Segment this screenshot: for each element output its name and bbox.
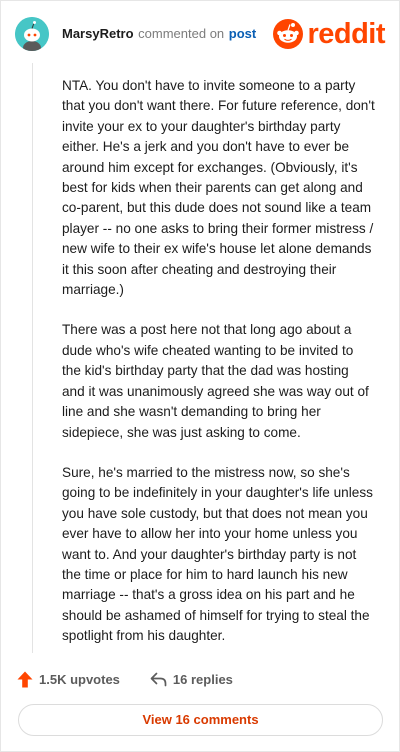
reply-count: 16 replies xyxy=(172,671,233,687)
byline-verb: commented on xyxy=(138,26,225,41)
user-avatar[interactable] xyxy=(15,17,49,51)
reply-arrow-icon xyxy=(150,672,167,686)
comment-card: MarsyRetro commented on post reddit NTA.… xyxy=(0,0,400,752)
comment-actions: 1.5K upvotes 16 replies xyxy=(17,669,233,689)
post-link[interactable]: post xyxy=(229,26,256,41)
comment-paragraph: There was a post here not that long ago … xyxy=(62,322,369,440)
thread-line[interactable] xyxy=(32,63,33,653)
replies-button[interactable]: 16 replies xyxy=(150,672,233,687)
username-link[interactable]: MarsyRetro xyxy=(62,26,134,41)
comment-header: MarsyRetro commented on post reddit xyxy=(15,14,385,54)
reddit-logo[interactable]: reddit xyxy=(273,16,385,52)
comment-byline: MarsyRetro commented on post xyxy=(62,26,256,41)
view-comments-button[interactable]: View 16 comments xyxy=(18,704,383,736)
comment-body: NTA. You don't have to invite someone to… xyxy=(62,76,375,667)
comment-paragraph: NTA. You don't have to invite someone to… xyxy=(62,78,375,298)
reddit-snoo-icon xyxy=(273,19,304,49)
upvote-count: 1.5K upvotes xyxy=(39,671,120,687)
logo-wordmark: reddit xyxy=(307,17,385,50)
comment-paragraph: Sure, he's married to the mistress now, … xyxy=(62,464,373,644)
snoo-avatar-icon xyxy=(15,17,49,51)
upvote-arrow-icon xyxy=(17,671,33,687)
upvote-button[interactable]: 1.5K upvotes xyxy=(17,671,120,688)
